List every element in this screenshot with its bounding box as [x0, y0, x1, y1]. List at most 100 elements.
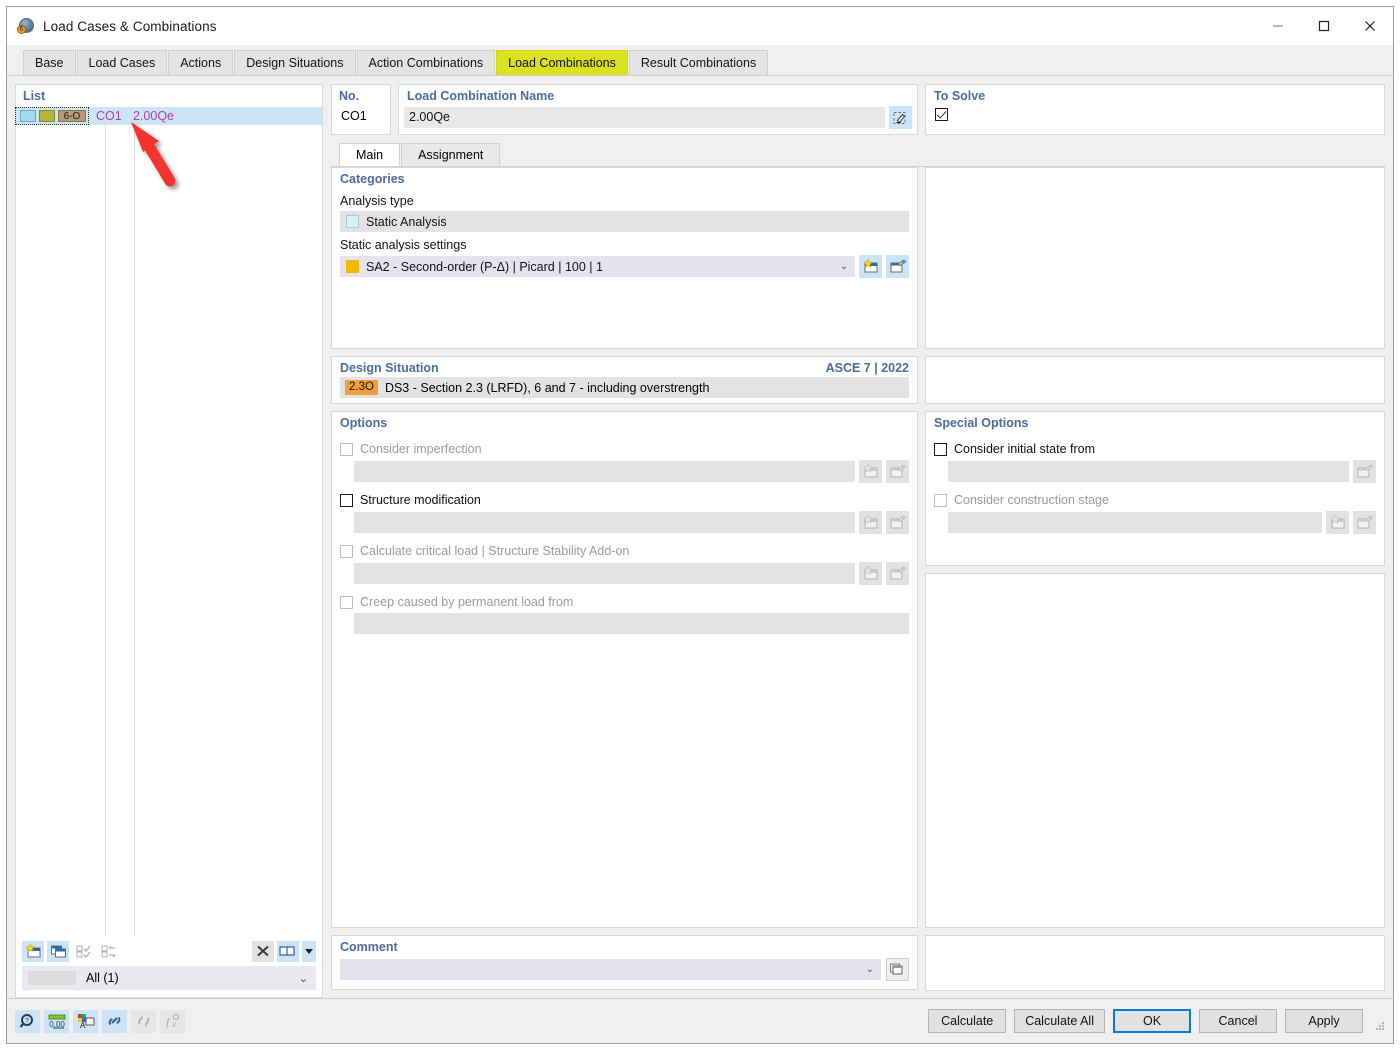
load-cases-combinations-window: 6 Load Cases & Combinations Base Load Ca… [6, 6, 1394, 1044]
tab-assignment[interactable]: Assignment [401, 143, 501, 166]
creep-label: Creep caused by permanent load from [360, 595, 574, 609]
design-situation-value[interactable]: 2.3O DS3 - Section 2.3 (LRFD), 6 and 7 -… [340, 377, 909, 398]
analysis-type-color-swatch [346, 215, 359, 228]
consider-imperfection-checkbox [340, 442, 353, 456]
calculate-all-button[interactable]: Calculate All [1014, 1009, 1105, 1033]
option-calculate-critical-load[interactable]: Calculate critical load | Structure Stab… [332, 534, 917, 558]
resize-grip[interactable] [1375, 1021, 1385, 1031]
creep-checkbox [340, 595, 353, 609]
calculate-critical-load-checkbox [340, 544, 353, 558]
row-number: CO1 [96, 109, 122, 123]
main-right-column: Special Options Consider initial state f… [925, 167, 1385, 935]
design-situation-text: DS3 - Section 2.3 (LRFD), 6 and 7 - incl… [384, 380, 710, 395]
edit-name-icon[interactable] [889, 106, 912, 129]
maximize-button[interactable] [1301, 7, 1347, 45]
apply-button[interactable]: Apply [1285, 1009, 1363, 1033]
new-item-icon [1326, 511, 1349, 534]
structure-modification-label: Structure modification [360, 493, 481, 507]
static-analysis-settings-combo[interactable]: SA2 - Second-order (P-Δ) | Picard | 100 … [340, 256, 855, 277]
view-columns-icon[interactable] [277, 940, 299, 962]
copy-comment-icon[interactable] [886, 958, 909, 981]
calculate-critical-load-label: Calculate critical load | Structure Stab… [360, 544, 630, 558]
consider-initial-state-checkbox[interactable] [934, 442, 947, 456]
chevron-down-icon[interactable]: ⌄ [299, 972, 308, 985]
chevron-down-icon[interactable]: ⌄ [866, 964, 874, 975]
new-item-icon [859, 460, 882, 483]
to-solve-label: To Solve [934, 89, 986, 103]
svg-text:?: ? [25, 1018, 29, 1025]
option-consider-initial-state[interactable]: Consider initial state from [926, 432, 1384, 456]
consider-construction-stage-input [948, 512, 1322, 533]
right-panel-bottom [925, 573, 1385, 928]
combination-list[interactable]: 6-O CO1 2.00Qe [15, 106, 322, 936]
link-icon[interactable] [102, 1009, 127, 1033]
special-options-section: Special Options Consider initial state f… [925, 411, 1385, 566]
main-card: Main Assignment Categories Analysis type… [331, 142, 1385, 935]
creep-input [354, 613, 909, 634]
consider-imperfection-input [354, 461, 855, 482]
svg-text:f: f [166, 1015, 171, 1029]
combination-name-box: Load Combination Name 2.00Qe [398, 84, 918, 135]
footer-buttons: Calculate Calculate All OK Cancel Apply [928, 1009, 1385, 1033]
copy-combination-icon[interactable] [47, 940, 69, 962]
to-solve-checkbox[interactable] [935, 108, 948, 121]
special-options-header: Special Options [934, 416, 1029, 430]
svg-text:A: A [80, 1021, 86, 1029]
right-panel-top [925, 167, 1385, 349]
text-settings-icon[interactable]: A [73, 1009, 98, 1033]
window-controls [1255, 7, 1393, 45]
categories-section: Categories Analysis type Static Analysis… [331, 167, 918, 349]
analysis-type-value[interactable]: Static Analysis [340, 211, 909, 232]
header-strip: No. CO1 Load Combination Name 2.00Qe To … [331, 84, 1385, 135]
structure-modification-checkbox[interactable] [340, 493, 353, 507]
close-button[interactable] [1347, 7, 1393, 45]
new-combination-icon[interactable] [22, 940, 44, 962]
row-color-swatches: 6-O [15, 107, 89, 125]
right-panel-design-situation-spacer [925, 356, 1385, 404]
title-bar: 6 Load Cases & Combinations [7, 7, 1393, 45]
unlink-icon [131, 1009, 156, 1033]
categories-header: Categories [340, 172, 405, 186]
list-filter-combo[interactable]: All (1) ⌄ [22, 966, 316, 990]
tab-result-combinations[interactable]: Result Combinations [628, 50, 769, 75]
comment-input[interactable]: ⌄ [340, 959, 881, 980]
tab-base[interactable]: Base [23, 50, 76, 75]
tab-action-combinations[interactable]: Action Combinations [356, 50, 496, 75]
app-globe-icon: 6 [17, 17, 35, 35]
new-item-icon[interactable] [859, 255, 882, 278]
tab-main[interactable]: Main [339, 143, 401, 166]
dialog-body: List 6-O CO1 2.00Qe All (1) ⌄ No. CO1 Lo… [7, 76, 1393, 998]
edit-item-icon[interactable] [886, 255, 909, 278]
structure-modification-input [354, 512, 855, 533]
analysis-type-label: Analysis type [340, 194, 414, 208]
edit-item-icon [886, 511, 909, 534]
design-standard-label: ASCE 7 | 2022 [825, 361, 909, 375]
new-item-icon [859, 562, 882, 585]
ok-button[interactable]: OK [1113, 1009, 1191, 1033]
option-consider-construction-stage[interactable]: Consider construction stage [926, 483, 1384, 507]
units-icon[interactable]: 0,00 [44, 1009, 69, 1033]
option-structure-modification[interactable]: Structure modification [332, 483, 917, 507]
search-icon[interactable]: ? [15, 1009, 40, 1033]
list-toolbar [16, 936, 322, 966]
tab-load-combinations[interactable]: Load Combinations [496, 50, 628, 75]
view-columns-caret-icon[interactable] [302, 940, 316, 962]
chevron-down-icon[interactable]: ⌄ [840, 261, 848, 272]
main-left-column: Categories Analysis type Static Analysis… [331, 167, 918, 935]
tab-design-situations[interactable]: Design Situations [234, 50, 356, 75]
tab-actions[interactable]: Actions [168, 50, 234, 75]
option-consider-imperfection[interactable]: Consider imperfection [332, 432, 917, 456]
option-creep[interactable]: Creep caused by permanent load from [332, 585, 917, 609]
combination-name-input[interactable]: 2.00Qe [404, 107, 885, 128]
cancel-button[interactable]: Cancel [1199, 1009, 1277, 1033]
footer-bar: ? 0,00 A fx Calculate Calculate All OK C… [7, 998, 1393, 1043]
delete-icon[interactable] [252, 940, 274, 962]
edit-item-icon [886, 460, 909, 483]
table-row[interactable]: 6-O CO1 2.00Qe [15, 107, 322, 125]
calculate-button[interactable]: Calculate [928, 1009, 1007, 1033]
tab-load-cases[interactable]: Load Cases [76, 50, 168, 75]
settings-text: SA2 - Second-order (P-Δ) | Picard | 100 … [366, 259, 603, 274]
minimize-button[interactable] [1255, 7, 1301, 45]
combination-no-box: No. CO1 [331, 84, 391, 135]
list-filter-label: All (1) [86, 971, 119, 985]
